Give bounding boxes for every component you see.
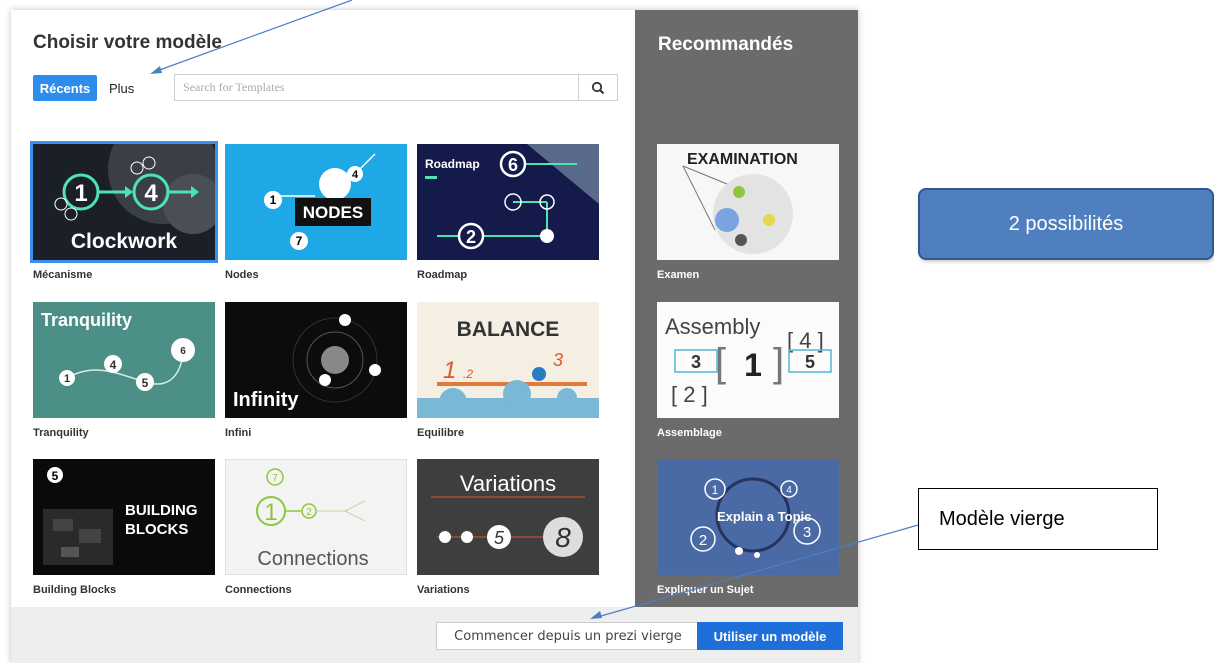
template-label: Mécanisme [33, 269, 93, 281]
recommended-card-explain[interactable]: 1 4 3 2 Explain a Topic Expliquer un Suj… [657, 459, 839, 596]
recommended-card-examination[interactable]: EXAMINATION Examen [657, 144, 839, 281]
svg-text:5: 5 [52, 469, 59, 483]
template-thumbnail[interactable]: 1 7 2 Connections [225, 459, 407, 575]
template-card-balance[interactable]: 1 .2 3 BALANCE Equilibre [417, 302, 599, 439]
template-thumbnail[interactable]: 1 4 7 NODES [225, 144, 407, 260]
thumb-text: BALANCE [457, 318, 560, 341]
tab-recents[interactable]: Récents [33, 75, 97, 101]
thumb-text: Infinity [233, 389, 299, 411]
svg-text:7: 7 [272, 473, 278, 484]
templates-panel: Choisir votre modèle Récents Plus 1 [11, 10, 635, 607]
svg-text:BLOCKS: BLOCKS [125, 521, 188, 538]
dialog-title: Choisir votre modèle [33, 32, 222, 53]
thumb-text: Variations [460, 471, 556, 496]
svg-text:1: 1 [443, 357, 456, 384]
recommended-panel: Recommandés EXAMINATION Examen Assembly … [635, 10, 858, 607]
template-thumbnail[interactable]: Assembly [ 4 ] 3 [ 1 ] 5 [ 2 ] [657, 302, 839, 418]
tab-plus[interactable]: Plus [109, 75, 134, 101]
thumb-text: Tranquility [41, 310, 132, 330]
search-button[interactable] [578, 75, 617, 100]
svg-text:6: 6 [508, 155, 518, 175]
thumb-text: Connections [257, 548, 368, 570]
svg-text:5: 5 [805, 352, 815, 372]
svg-text:[: [ [715, 341, 726, 385]
thumb-text: Explain a Topic [717, 509, 811, 524]
svg-text:1: 1 [744, 347, 762, 383]
template-label: Nodes [225, 269, 259, 281]
svg-text:1: 1 [264, 499, 277, 526]
template-card-building-blocks[interactable]: 5 BUILDING BLOCKS Building Blocks [33, 459, 215, 596]
svg-text:4: 4 [110, 358, 117, 372]
svg-text:3: 3 [553, 350, 563, 370]
template-thumbnail[interactable]: 5 8 Variations [417, 459, 599, 575]
svg-text:3: 3 [803, 524, 811, 541]
svg-text:.2: .2 [463, 367, 473, 381]
svg-text:1: 1 [64, 373, 70, 385]
recommended-card-assembly[interactable]: Assembly [ 4 ] 3 [ 1 ] 5 [ 2 ] Assemblag… [657, 302, 839, 439]
search-box [174, 74, 618, 101]
svg-text:4: 4 [144, 180, 158, 207]
callout-blank-template: Modèle vierge [918, 488, 1158, 550]
template-label: Equilibre [417, 427, 465, 439]
template-label: Roadmap [417, 269, 468, 281]
template-thumbnail[interactable]: 6 2 Roadmap [417, 144, 599, 260]
svg-text:2: 2 [306, 507, 312, 518]
svg-text:6: 6 [180, 346, 186, 357]
svg-text:2: 2 [466, 227, 476, 247]
thumb-text: Assembly [665, 314, 760, 339]
dialog-footer: Commencer depuis un prezi vierge Utilise… [11, 607, 858, 663]
svg-text:5: 5 [494, 528, 505, 548]
thumb-text: EXAMINATION [687, 151, 798, 168]
template-label: Examen [657, 269, 700, 281]
callout-two-options: 2 possibilités [918, 188, 1214, 260]
use-template-button[interactable]: Utiliser un modèle [697, 622, 843, 650]
svg-text:1: 1 [74, 180, 87, 207]
svg-text:4: 4 [786, 485, 792, 496]
thumb-text: NODES [303, 203, 363, 222]
svg-text:5: 5 [142, 376, 149, 390]
svg-text:7: 7 [296, 234, 303, 248]
template-label: Connections [225, 584, 292, 596]
template-label: Building Blocks [33, 584, 117, 596]
template-card-tranquility[interactable]: 1 4 5 6 Tranquility Tranquility [33, 302, 215, 439]
template-card-connections[interactable]: 1 7 2 Connections Connections [225, 459, 407, 596]
svg-text:[ 2 ]: [ 2 ] [671, 382, 708, 407]
svg-text:3: 3 [691, 352, 701, 372]
svg-text:BUILDING: BUILDING [125, 502, 198, 519]
template-card-nodes[interactable]: 1 4 7 NODES Nodes [225, 144, 407, 281]
template-label: Tranquility [33, 427, 89, 439]
template-label: Expliquer un Sujet [657, 584, 754, 596]
search-icon [591, 81, 605, 94]
template-thumbnail[interactable]: 1 .2 3 BALANCE [417, 302, 599, 418]
template-label: Assemblage [657, 427, 722, 439]
template-thumbnail[interactable]: 5 BUILDING BLOCKS [33, 459, 215, 575]
template-card-infinity[interactable]: Infinity Infini [225, 302, 407, 439]
svg-text:8: 8 [555, 522, 571, 553]
search-input[interactable] [175, 75, 579, 100]
svg-text:1: 1 [270, 193, 277, 207]
start-blank-button[interactable]: Commencer depuis un prezi vierge [436, 622, 700, 650]
template-thumbnail[interactable]: EXAMINATION [657, 144, 839, 260]
template-thumbnail[interactable]: 1 4 Clockwork [30, 141, 218, 263]
template-thumbnail[interactable]: 1 4 3 2 Explain a Topic [657, 459, 839, 575]
template-card-roadmap[interactable]: 6 2 Roadmap Roadmap [417, 144, 599, 281]
thumb-text: Clockwork [71, 230, 178, 253]
template-label: Variations [417, 584, 470, 596]
template-card-variations[interactable]: 5 8 Variations Variations [417, 459, 599, 596]
svg-text:2: 2 [699, 532, 707, 549]
template-label: Infini [225, 427, 252, 439]
svg-text:4: 4 [352, 169, 359, 181]
recommended-title: Recommandés [658, 34, 794, 55]
svg-text:]: ] [773, 341, 784, 385]
template-thumbnail[interactable]: Infinity [225, 302, 407, 418]
template-dialog: Choisir votre modèle Récents Plus 1 [11, 10, 858, 663]
template-thumbnail[interactable]: 1 4 5 6 Tranquility [33, 302, 215, 418]
thumb-text: Roadmap [425, 157, 480, 171]
template-card-clockwork[interactable]: 1 4 Clockwork Mécanisme [30, 141, 218, 281]
svg-text:1: 1 [712, 483, 719, 497]
